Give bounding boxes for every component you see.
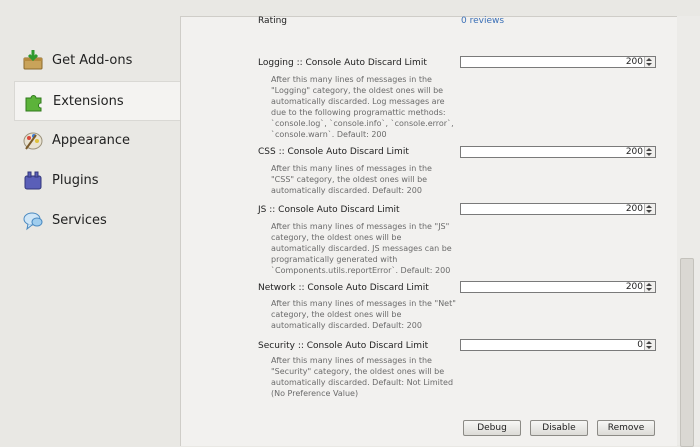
category-get-addons[interactable]: Get Add-ons [14, 41, 180, 79]
plugins-icon [22, 169, 44, 191]
pref-css-value: 200 [625, 147, 643, 157]
category-services[interactable]: Services [14, 201, 180, 239]
pref-css-title: CSS :: Console Auto Discard Limit [258, 147, 409, 157]
pref-css-description: After this many lines of messages in the… [271, 164, 432, 195]
pref-security-value: 0 [637, 340, 643, 350]
category-label: Appearance [52, 132, 131, 148]
spinner-arrows-icon[interactable] [644, 147, 655, 157]
get-addons-icon [22, 49, 44, 71]
services-icon [22, 209, 44, 231]
pref-logging-title: Logging :: Console Auto Discard Limit [258, 58, 427, 68]
spinner-arrows-icon[interactable] [644, 340, 655, 350]
pref-js-value: 200 [625, 204, 643, 214]
rating-label: Rating [258, 16, 288, 26]
category-label: Extensions [53, 93, 124, 109]
pref-network-value: 200 [625, 282, 643, 292]
pref-js-description: After this many lines of messages in the… [271, 222, 452, 275]
pref-network-description: After this many lines of messages in the… [271, 299, 456, 330]
pref-security-input[interactable]: 0 [460, 339, 656, 351]
pref-css-input[interactable]: 200 [460, 146, 656, 158]
pref-logging-input[interactable]: 200 [460, 56, 656, 68]
debug-button[interactable]: Debug [463, 420, 521, 436]
detail-scrollbar-thumb[interactable] [680, 258, 694, 447]
pref-security-description: After this many lines of messages in the… [271, 356, 454, 398]
disable-button[interactable]: Disable [530, 420, 588, 436]
appearance-icon [22, 129, 44, 151]
category-extensions[interactable]: Extensions [14, 81, 181, 121]
pref-logging-value: 200 [625, 57, 643, 67]
category-label: Get Add-ons [52, 52, 133, 68]
remove-button[interactable]: Remove [597, 420, 655, 436]
pref-js-input[interactable]: 200 [460, 203, 656, 215]
pref-security-title: Security :: Console Auto Discard Limit [258, 341, 429, 351]
pref-network-input[interactable]: 200 [460, 281, 656, 293]
pref-network-title: Network :: Console Auto Discard Limit [258, 283, 429, 293]
category-plugins[interactable]: Plugins [14, 161, 180, 199]
spinner-arrows-icon[interactable] [644, 57, 655, 67]
category-appearance[interactable]: Appearance [14, 121, 180, 159]
pref-logging-description: After this many lines of messages in the… [271, 75, 454, 139]
spinner-arrows-icon[interactable] [644, 282, 655, 292]
pref-js-title: JS :: Console Auto Discard Limit [258, 205, 400, 215]
spinner-arrows-icon[interactable] [644, 204, 655, 214]
extensions-icon [23, 90, 45, 112]
category-label: Plugins [52, 172, 99, 188]
rating-reviews-link[interactable]: 0 reviews [461, 16, 504, 26]
category-sidebar: Get Add-ons Extensions Appearance Plugin… [0, 0, 181, 445]
category-label: Services [52, 212, 107, 228]
